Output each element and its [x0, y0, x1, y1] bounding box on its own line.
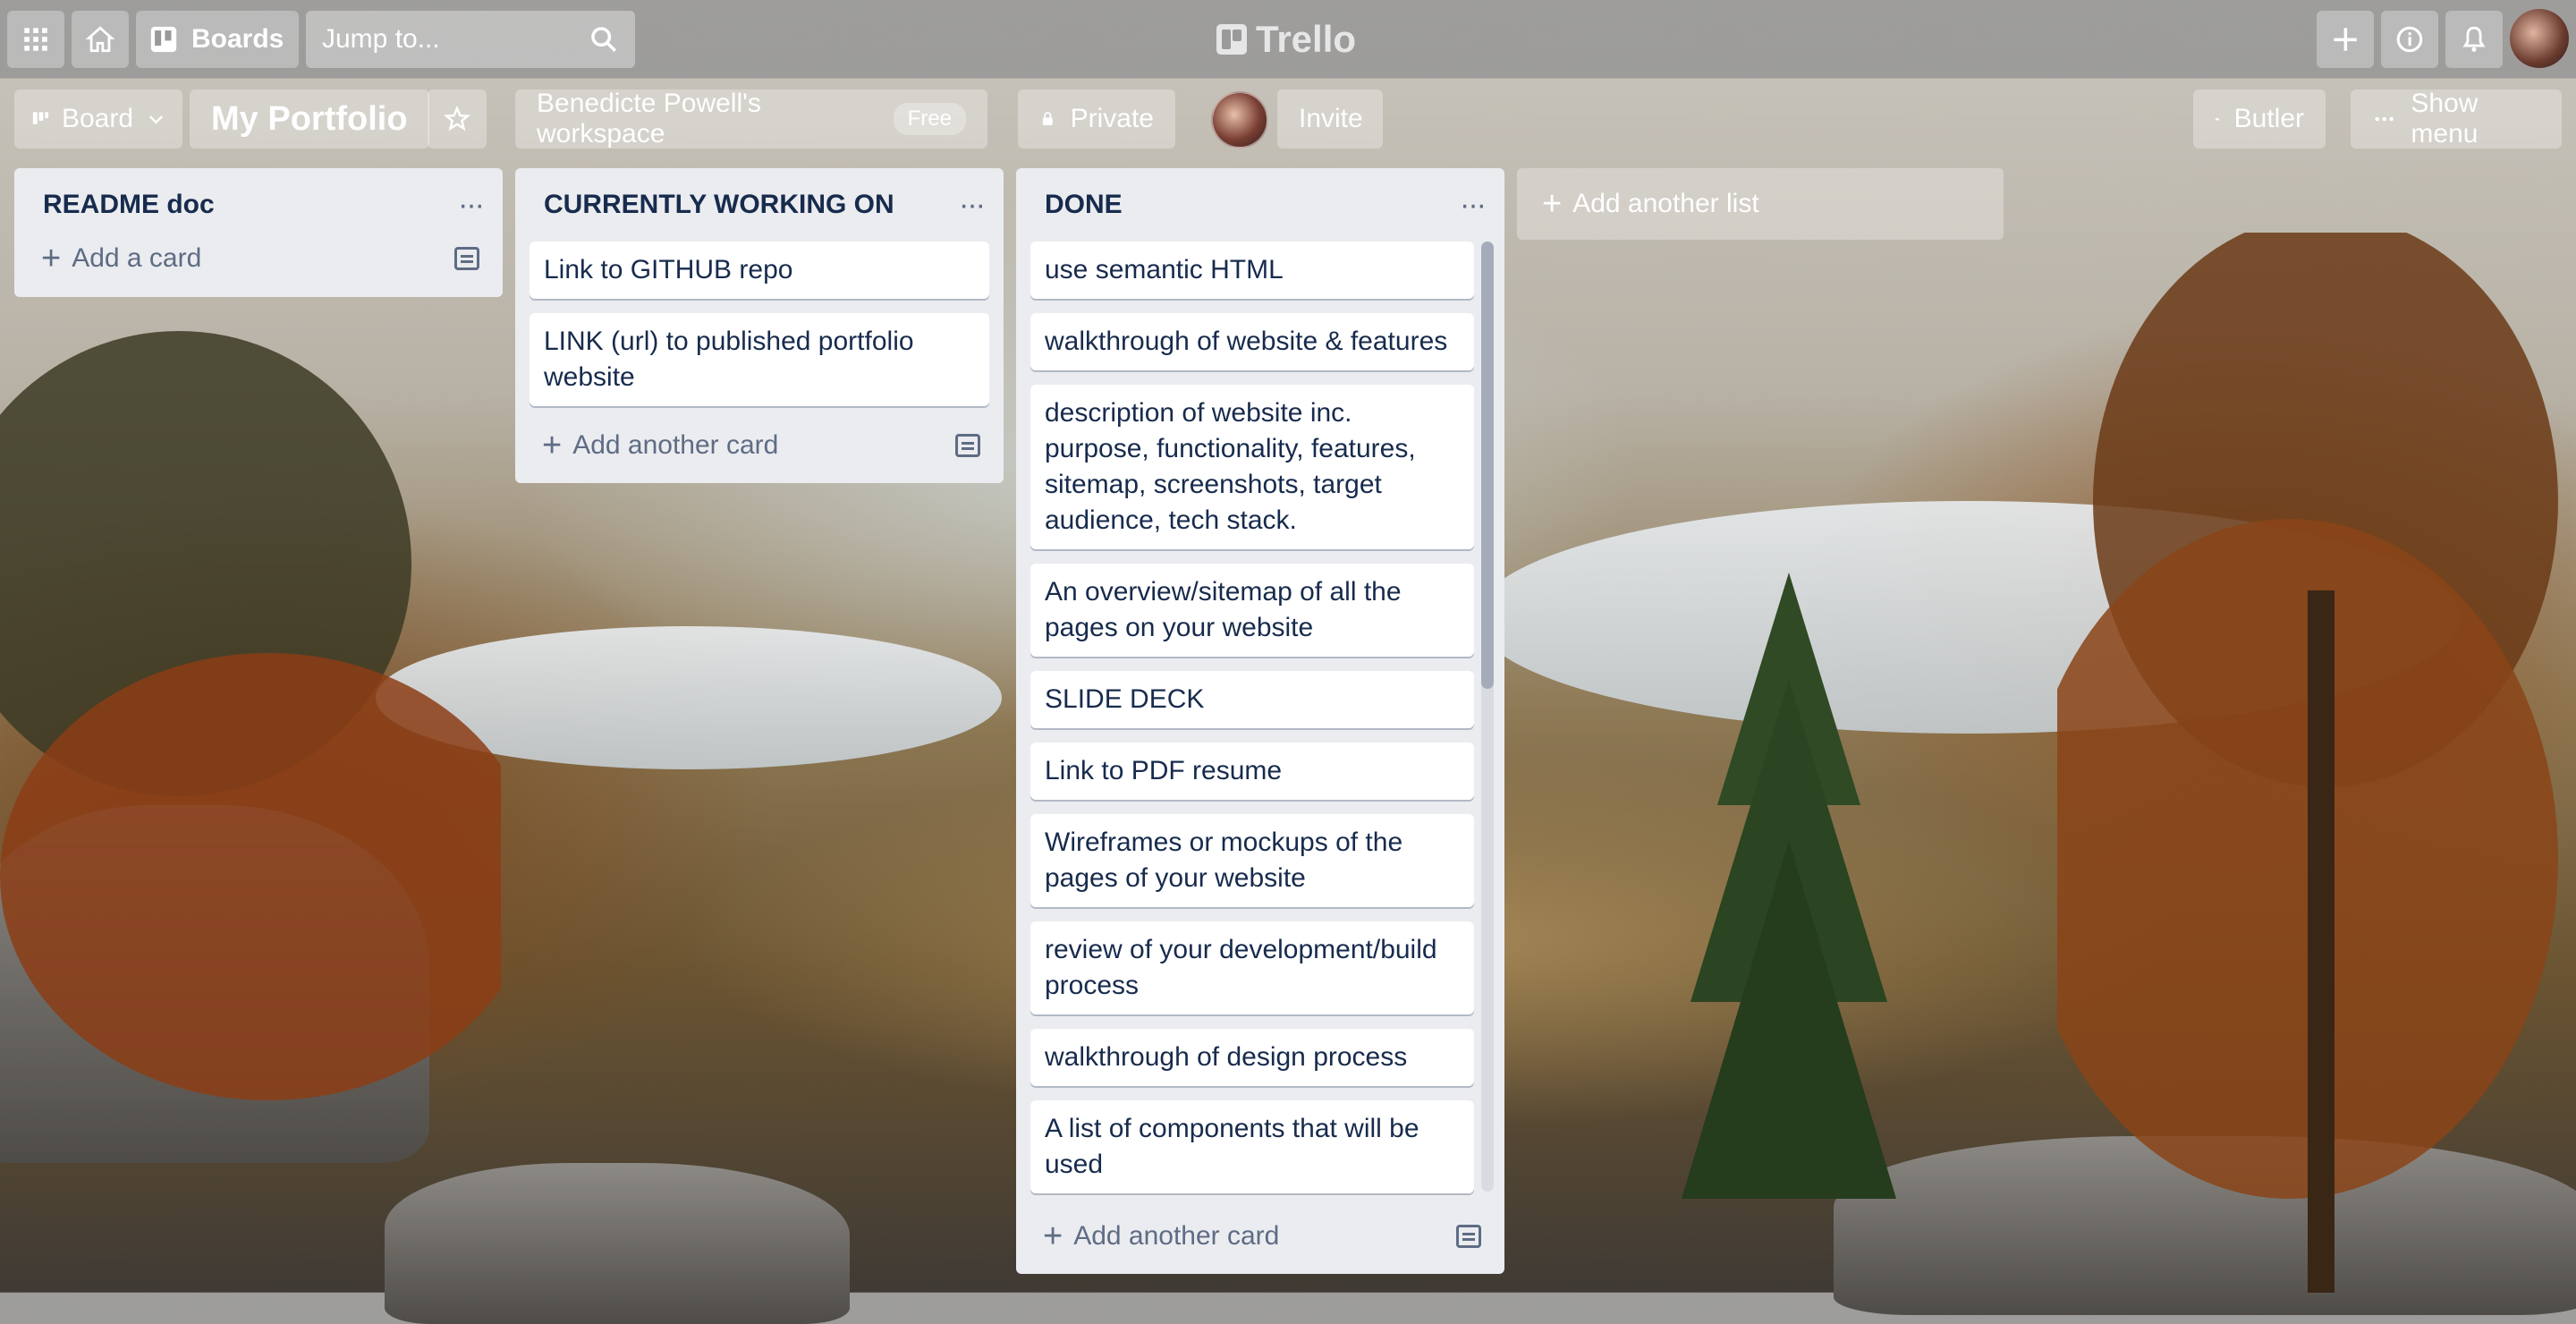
- plus-icon: +: [1043, 1223, 1063, 1250]
- add-card-label: Add a card: [72, 243, 201, 274]
- lock-icon: [1039, 107, 1056, 131]
- add-card-button[interactable]: + Add a card: [41, 243, 201, 274]
- card[interactable]: review of your development/build process: [1030, 921, 1474, 1014]
- background-tree: [0, 295, 501, 1100]
- list-readme-doc: README doc ··· + Add a card: [14, 168, 503, 297]
- card[interactable]: SLIDE DECK: [1030, 671, 1474, 728]
- star-icon: [444, 106, 470, 132]
- search-icon: [589, 24, 619, 55]
- list-title[interactable]: DONE: [1045, 190, 1123, 220]
- list-menu-icon[interactable]: ···: [1460, 188, 1485, 223]
- workspace-button[interactable]: Benedicte Powell's workspace Free: [515, 89, 987, 149]
- user-avatar[interactable]: [2510, 9, 2569, 68]
- card[interactable]: walkthrough of design process: [1030, 1029, 1474, 1086]
- plan-badge: Free: [894, 103, 966, 135]
- search-placeholder: Jump to...: [322, 24, 440, 55]
- card[interactable]: walkthrough of website & features: [1030, 313, 1474, 370]
- add-card-row: + Add another card: [1016, 1199, 1504, 1274]
- top-header: Boards Jump to... Trello: [0, 0, 2576, 79]
- list-header[interactable]: DONE ···: [1016, 168, 1504, 242]
- add-card-button[interactable]: + Add another card: [542, 430, 778, 461]
- add-card-row: + Add another card: [515, 408, 1004, 483]
- card[interactable]: use semantic HTML: [1030, 242, 1474, 299]
- card[interactable]: Link to GITHUB repo: [530, 242, 989, 299]
- home-button[interactable]: [72, 11, 129, 68]
- bell-icon: [2459, 24, 2489, 55]
- show-menu-label: Show menu: [2411, 89, 2540, 149]
- grid-icon: [21, 24, 51, 55]
- add-card-label: Add another card: [572, 430, 778, 461]
- plus-icon: +: [41, 245, 61, 272]
- plus-icon: [2330, 24, 2360, 55]
- board-member-avatar[interactable]: [1211, 91, 1268, 149]
- boards-button[interactable]: Boards: [136, 11, 299, 68]
- trello-logo[interactable]: Trello: [1216, 16, 1356, 63]
- list-title[interactable]: CURRENTLY WORKING ON: [544, 190, 894, 220]
- home-icon: [85, 24, 115, 55]
- info-icon: [2394, 24, 2425, 55]
- apps-button[interactable]: [7, 11, 64, 68]
- list-header[interactable]: CURRENTLY WORKING ON ···: [515, 168, 1004, 242]
- card-template-icon[interactable]: [1456, 1225, 1481, 1248]
- add-card-row: + Add a card: [14, 220, 503, 297]
- card-template-icon[interactable]: [454, 247, 479, 270]
- plus-icon: +: [542, 432, 562, 459]
- visibility-button[interactable]: Private: [1018, 89, 1175, 149]
- board-view-label: Board: [62, 104, 133, 134]
- workspace-label: Benedicte Powell's workspace: [537, 89, 877, 149]
- card[interactable]: LINK (url) to published portfolio websit…: [530, 313, 989, 406]
- list-menu-icon[interactable]: ···: [959, 188, 984, 223]
- card-list: Link to GITHUB repo LINK (url) to publis…: [515, 242, 1004, 406]
- notifications-button[interactable]: [2445, 11, 2503, 68]
- plus-icon: +: [1542, 191, 1562, 217]
- create-button[interactable]: [2317, 11, 2374, 68]
- board-view-switcher[interactable]: Board: [14, 89, 182, 149]
- background-rock: [385, 1163, 850, 1324]
- add-list-button[interactable]: + Add another list: [1517, 168, 2004, 240]
- butler-button[interactable]: Butler: [2193, 89, 2326, 149]
- show-menu-button[interactable]: Show menu: [2351, 89, 2562, 149]
- info-button[interactable]: [2381, 11, 2438, 68]
- card[interactable]: Link to PDF resume: [1030, 743, 1474, 800]
- card-template-icon[interactable]: [955, 434, 980, 457]
- more-icon: [2372, 106, 2396, 132]
- list-menu-icon[interactable]: ···: [458, 188, 483, 223]
- card[interactable]: An overview/sitemap of all the pages on …: [1030, 564, 1474, 657]
- list-title[interactable]: README doc: [43, 190, 215, 220]
- logo-text: Trello: [1256, 18, 1356, 61]
- trello-logo-icon: [1216, 24, 1247, 55]
- card[interactable]: A list of components that will be used: [1030, 1100, 1474, 1193]
- butler-label: Butler: [2234, 104, 2304, 134]
- list-scrollbar-thumb[interactable]: [1481, 242, 1494, 689]
- add-card-label: Add another card: [1073, 1221, 1279, 1252]
- list-done: DONE ··· use semantic HTML walkthrough o…: [1016, 168, 1504, 1274]
- background-pine-tree: [1682, 573, 1896, 1199]
- card-list: use semantic HTML walkthrough of website…: [1016, 242, 1504, 1193]
- jump-to-search[interactable]: Jump to...: [306, 11, 635, 68]
- boards-label: Boards: [191, 24, 284, 55]
- invite-label: Invite: [1299, 104, 1363, 134]
- visibility-label: Private: [1071, 104, 1154, 134]
- list-currently-working-on: CURRENTLY WORKING ON ··· Link to GITHUB …: [515, 168, 1004, 483]
- card[interactable]: Wireframes or mockups of the pages of yo…: [1030, 814, 1474, 907]
- chevron-down-icon: [146, 106, 166, 132]
- board-title[interactable]: My Portfolio: [190, 89, 429, 149]
- add-list-label: Add another list: [1572, 189, 1758, 219]
- card[interactable]: description of website inc. purpose, fun…: [1030, 385, 1474, 549]
- board-view-icon: [30, 106, 51, 132]
- board-icon: [148, 24, 179, 55]
- invite-button[interactable]: Invite: [1277, 89, 1383, 149]
- star-board-button[interactable]: [428, 89, 487, 149]
- background-tree: [2057, 233, 2576, 1293]
- butler-icon: [2215, 106, 2220, 132]
- add-card-button[interactable]: + Add another card: [1043, 1221, 1279, 1252]
